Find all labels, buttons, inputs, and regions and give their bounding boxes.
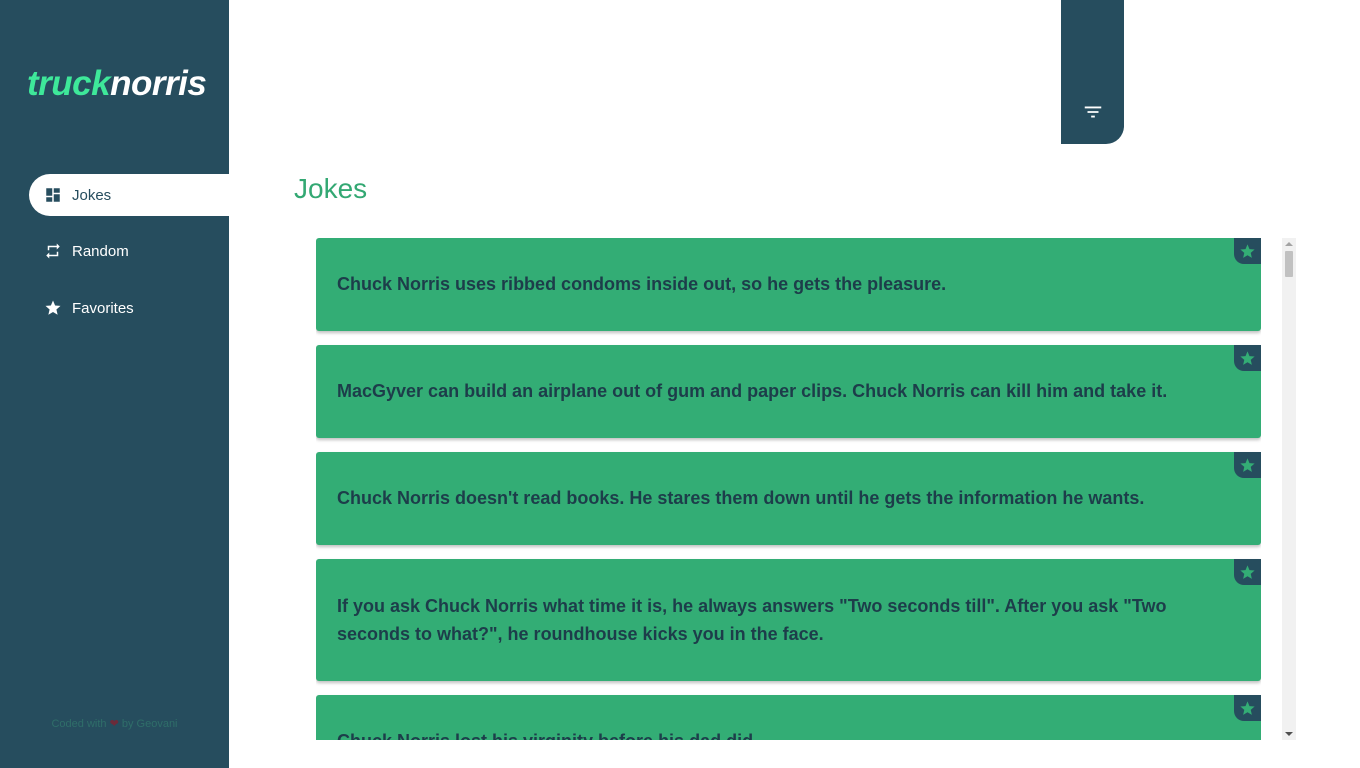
footer-prefix: Coded with [51, 718, 107, 730]
logo-part-truck: truck [27, 64, 111, 103]
filter-button[interactable] [1061, 0, 1124, 144]
footer-suffix: by Geovani [121, 718, 178, 730]
joke-text: Chuck Norris uses ribbed condoms inside … [337, 274, 947, 294]
scrollbar-thumb[interactable] [1285, 251, 1293, 277]
nav-item-label: Jokes [72, 186, 112, 204]
star-icon [44, 299, 62, 317]
star-icon [1240, 243, 1255, 258]
page-title: Jokes [294, 173, 368, 204]
joke-card: Chuck Norris lost his virginity before h… [316, 695, 1261, 740]
joke-card: If you ask Chuck Norris what time it is,… [316, 559, 1261, 681]
star-icon [1240, 700, 1255, 715]
app-logo[interactable]: trucknorris [27, 64, 207, 104]
nav-item-favorites[interactable]: Favorites [29, 287, 229, 329]
scrollbar[interactable] [1282, 238, 1296, 740]
scroll-up-arrow-icon[interactable] [1285, 242, 1293, 246]
joke-text: If you ask Chuck Norris what time it is,… [337, 596, 1167, 644]
favorite-button[interactable] [1234, 238, 1261, 264]
nav-item-random[interactable]: Random [29, 230, 229, 272]
favorite-button[interactable] [1234, 559, 1261, 585]
nav-item-label: Favorites [72, 299, 134, 317]
nav-item-label: Random [72, 242, 129, 260]
footer-credit: Coded with ❤ by Geovani [0, 717, 229, 730]
repeat-icon [44, 242, 62, 260]
joke-card: Chuck Norris uses ribbed condoms inside … [316, 238, 1261, 331]
heart-icon: ❤ [109, 718, 119, 730]
joke-card: MacGyver can build an airplane out of gu… [316, 345, 1261, 438]
joke-card: Chuck Norris doesn't read books. He star… [316, 452, 1261, 545]
joke-list: Chuck Norris uses ribbed condoms inside … [316, 238, 1261, 740]
filter-icon [1084, 106, 1102, 118]
sidebar: trucknorris Jokes Random Favorites Coded… [0, 0, 229, 768]
nav-item-jokes[interactable]: Jokes [29, 174, 229, 216]
favorite-button[interactable] [1234, 452, 1261, 478]
star-icon [1240, 457, 1255, 472]
joke-text: MacGyver can build an airplane out of gu… [337, 381, 1168, 401]
joke-text: Chuck Norris lost his virginity before h… [337, 695, 758, 740]
scroll-down-arrow-icon[interactable] [1285, 732, 1293, 736]
star-icon [1240, 350, 1255, 365]
joke-text: Chuck Norris doesn't read books. He star… [337, 488, 1145, 508]
logo-part-norris: norris [110, 64, 207, 103]
favorite-button[interactable] [1234, 345, 1261, 371]
star-icon [1240, 564, 1255, 579]
favorite-button[interactable] [1234, 695, 1261, 721]
dashboard-icon [44, 186, 62, 204]
